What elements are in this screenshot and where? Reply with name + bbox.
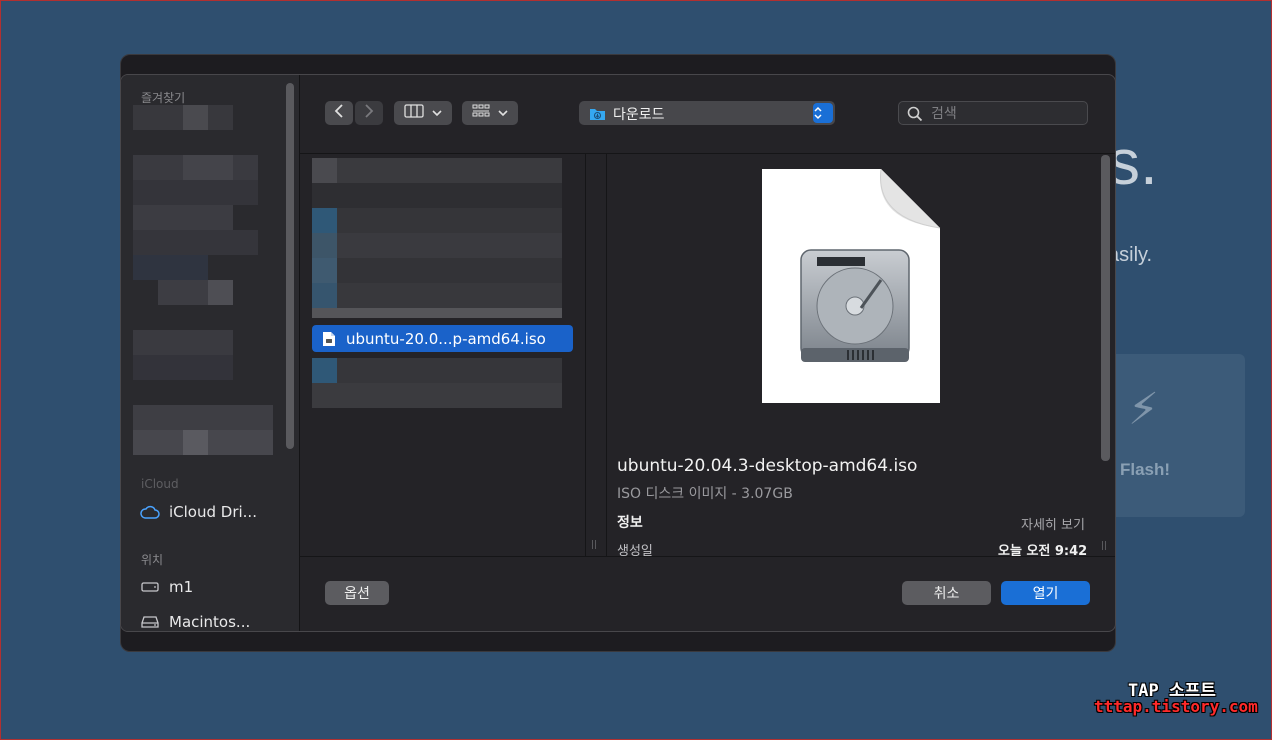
selected-file-name: ubuntu-20.0...p-amd64.iso bbox=[346, 329, 546, 348]
document-icon bbox=[322, 331, 336, 347]
drive-icon bbox=[139, 579, 161, 595]
chevron-right-icon bbox=[364, 104, 374, 122]
group-button[interactable] bbox=[462, 101, 518, 125]
open-file-dialog: 즐겨찾기 iCloud iCloud Dri... 위치 m1 Macintos… bbox=[120, 74, 1116, 632]
lightning-icon: ⚡ bbox=[1128, 384, 1159, 435]
search-field[interactable] bbox=[898, 101, 1088, 125]
sidebar-item-macintosh[interactable]: Macintos... bbox=[139, 610, 251, 631]
folder-icon bbox=[589, 106, 606, 120]
hard-disk-icon bbox=[139, 614, 161, 630]
location-label: 다운로드 bbox=[613, 107, 665, 123]
columns-view-icon bbox=[404, 104, 424, 122]
location-popup[interactable]: 다운로드 bbox=[579, 101, 835, 125]
resize-grip-icon: || bbox=[1101, 541, 1108, 551]
cancel-button[interactable]: 취소 bbox=[902, 581, 991, 605]
resize-grip-icon: || bbox=[591, 540, 598, 550]
watermark-url: tttap.tistory.com bbox=[1094, 697, 1258, 716]
updown-chevron-icon bbox=[813, 103, 833, 123]
sidebar-item-m1[interactable]: m1 bbox=[139, 575, 193, 599]
sidebar: 즐겨찾기 iCloud iCloud Dri... 위치 m1 Macintos… bbox=[121, 75, 300, 631]
sidebar-favorites-blurred bbox=[133, 105, 277, 455]
sidebar-item-label: Macintos... bbox=[169, 613, 251, 631]
sidebar-item-label: m1 bbox=[169, 578, 194, 596]
selected-file-row[interactable]: ubuntu-20.0...p-amd64.iso bbox=[312, 325, 573, 352]
sidebar-item-label: iCloud Dri... bbox=[169, 503, 257, 521]
preview-kind-size: ISO 디스크 이미지 - 3.07GB bbox=[617, 486, 793, 502]
background-flash-label: Flash! bbox=[1120, 460, 1171, 479]
column-resize-handle[interactable]: || bbox=[585, 154, 607, 556]
sidebar-heading-favorites: 즐겨찾기 bbox=[141, 91, 186, 105]
preview-filename: ubuntu-20.04.3-desktop-amd64.iso bbox=[617, 456, 918, 476]
view-columns-button[interactable] bbox=[394, 101, 452, 125]
chevron-down-icon bbox=[498, 105, 508, 121]
search-input[interactable] bbox=[929, 104, 1083, 124]
sidebar-heading-locations: 위치 bbox=[141, 553, 164, 567]
preview-scrollbar[interactable] bbox=[1101, 155, 1110, 461]
sidebar-scrollbar[interactable] bbox=[286, 83, 294, 449]
iso-disk-image-icon bbox=[762, 168, 941, 403]
footer-divider bbox=[299, 556, 1115, 557]
back-button[interactable] bbox=[325, 101, 353, 125]
search-icon bbox=[907, 106, 923, 122]
cloud-icon bbox=[139, 504, 161, 520]
forward-button[interactable] bbox=[355, 101, 383, 125]
sidebar-heading-icloud: iCloud bbox=[141, 477, 179, 491]
options-button[interactable]: 옵션 bbox=[325, 581, 389, 605]
chevron-left-icon bbox=[334, 104, 344, 122]
open-button[interactable]: 열기 bbox=[1001, 581, 1090, 605]
file-column[interactable] bbox=[300, 154, 585, 556]
preview-info-heading: 정보 bbox=[617, 515, 643, 531]
sidebar-item-icloud-drive[interactable]: iCloud Dri... bbox=[139, 500, 257, 524]
chevron-down-icon bbox=[432, 105, 442, 121]
grid-view-icon bbox=[472, 104, 490, 122]
show-more-link[interactable]: 자세히 보기 bbox=[1021, 514, 1085, 533]
